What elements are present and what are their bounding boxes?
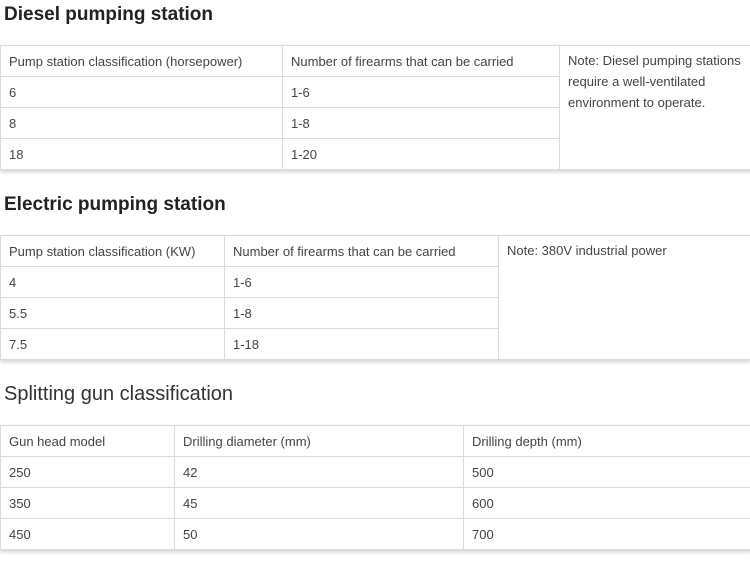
- table-cell: 8: [0, 107, 283, 139]
- table-cell: 1-6: [282, 76, 560, 108]
- table-cell: 600: [463, 487, 750, 519]
- table-cell: 700: [463, 518, 750, 550]
- table-row: 350 45 600: [0, 487, 750, 519]
- table-cell: 4: [0, 266, 225, 298]
- diesel-note: Note: Diesel pumping stations require a …: [559, 45, 750, 170]
- table-row: Pump station classification (KW) Number …: [0, 235, 750, 360]
- table-row: 250 42 500: [0, 456, 750, 488]
- electric-note: Note: 380V industrial power: [498, 235, 750, 360]
- table-cell: 7.5: [0, 328, 225, 360]
- table-cell: 1-8: [224, 297, 499, 329]
- table-cell: 1-6: [224, 266, 499, 298]
- table-header-cell: Drilling depth (mm): [463, 425, 750, 457]
- table-header-cell: Drilling diameter (mm): [174, 425, 464, 457]
- table-header-cell: Pump station classification (KW): [0, 235, 225, 267]
- electric-table: Pump station classification (KW) Number …: [0, 235, 750, 360]
- table-cell: 5.5: [0, 297, 225, 329]
- table-cell: 42: [174, 456, 464, 488]
- table-header-cell: Pump station classification (horsepower): [0, 45, 283, 77]
- table-cell: 350: [0, 487, 175, 519]
- table-cell: 45: [174, 487, 464, 519]
- table-cell: 1-18: [224, 328, 499, 360]
- diesel-table: Pump station classification (horsepower)…: [0, 45, 750, 170]
- table-cell: 1-20: [282, 138, 560, 170]
- splitting-table: Gun head model Drilling diameter (mm) Dr…: [0, 425, 750, 550]
- table-cell: 18: [0, 138, 283, 170]
- table-cell: 1-8: [282, 107, 560, 139]
- table-cell: 6: [0, 76, 283, 108]
- diesel-section-title: Diesel pumping station: [4, 4, 214, 25]
- table-header-cell: Number of firearms that can be carried: [282, 45, 560, 77]
- table-row: 450 50 700: [0, 518, 750, 550]
- table-row: Gun head model Drilling diameter (mm) Dr…: [0, 425, 750, 457]
- table-cell: 250: [0, 456, 175, 488]
- table-header-cell: Gun head model: [0, 425, 175, 457]
- table-row: Pump station classification (horsepower)…: [0, 45, 750, 170]
- table-header-cell: Number of firearms that can be carried: [224, 235, 499, 267]
- table-cell: 500: [463, 456, 750, 488]
- table-cell: 50: [174, 518, 464, 550]
- splitting-section-title: Splitting gun classification: [4, 383, 234, 405]
- table-cell: 450: [0, 518, 175, 550]
- electric-section-title: Electric pumping station: [4, 194, 226, 215]
